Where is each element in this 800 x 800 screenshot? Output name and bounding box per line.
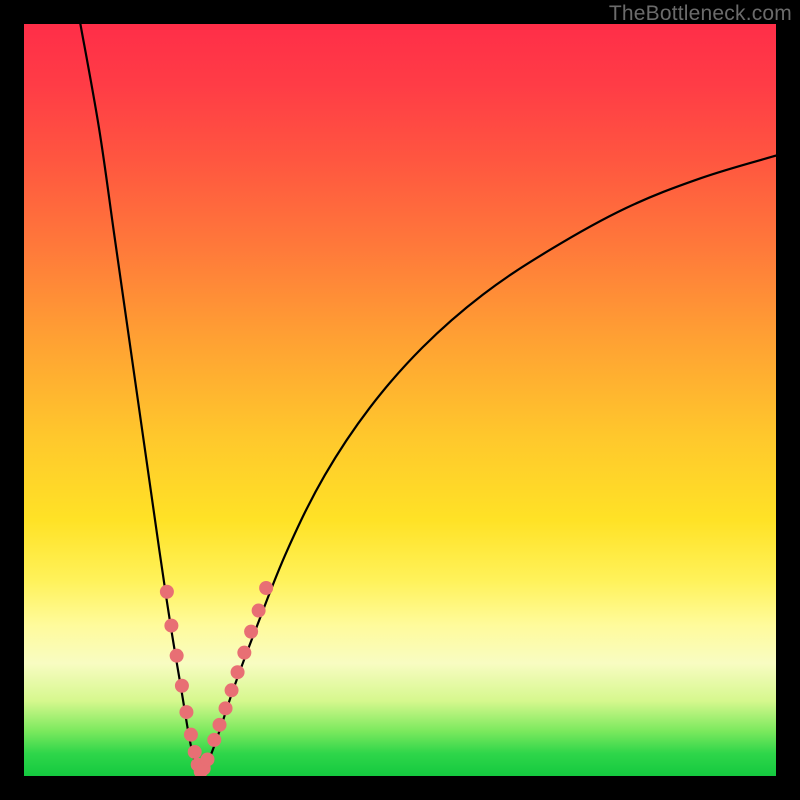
sample-dot bbox=[237, 646, 251, 660]
sample-dot bbox=[213, 718, 227, 732]
plot-area bbox=[24, 24, 776, 776]
watermark-text: TheBottleneck.com bbox=[609, 2, 792, 26]
sample-dot bbox=[252, 604, 266, 618]
sample-dot bbox=[225, 683, 239, 697]
curve-right-branch bbox=[199, 156, 776, 774]
sample-dot bbox=[170, 649, 184, 663]
sample-dot bbox=[219, 701, 233, 715]
sample-dot bbox=[244, 625, 258, 639]
sample-dot bbox=[184, 728, 198, 742]
sample-dot bbox=[231, 665, 245, 679]
sample-dot bbox=[160, 585, 174, 599]
chart-frame: TheBottleneck.com bbox=[0, 0, 800, 800]
sample-dot bbox=[164, 619, 178, 633]
curve-left-branch bbox=[80, 24, 199, 774]
bottleneck-curve bbox=[24, 24, 776, 776]
sample-dot bbox=[179, 705, 193, 719]
sample-dot bbox=[259, 581, 273, 595]
sample-dot bbox=[207, 733, 221, 747]
sample-dot bbox=[200, 752, 214, 766]
sample-dot bbox=[188, 745, 202, 759]
sample-dot bbox=[175, 679, 189, 693]
sample-dots bbox=[160, 581, 273, 776]
